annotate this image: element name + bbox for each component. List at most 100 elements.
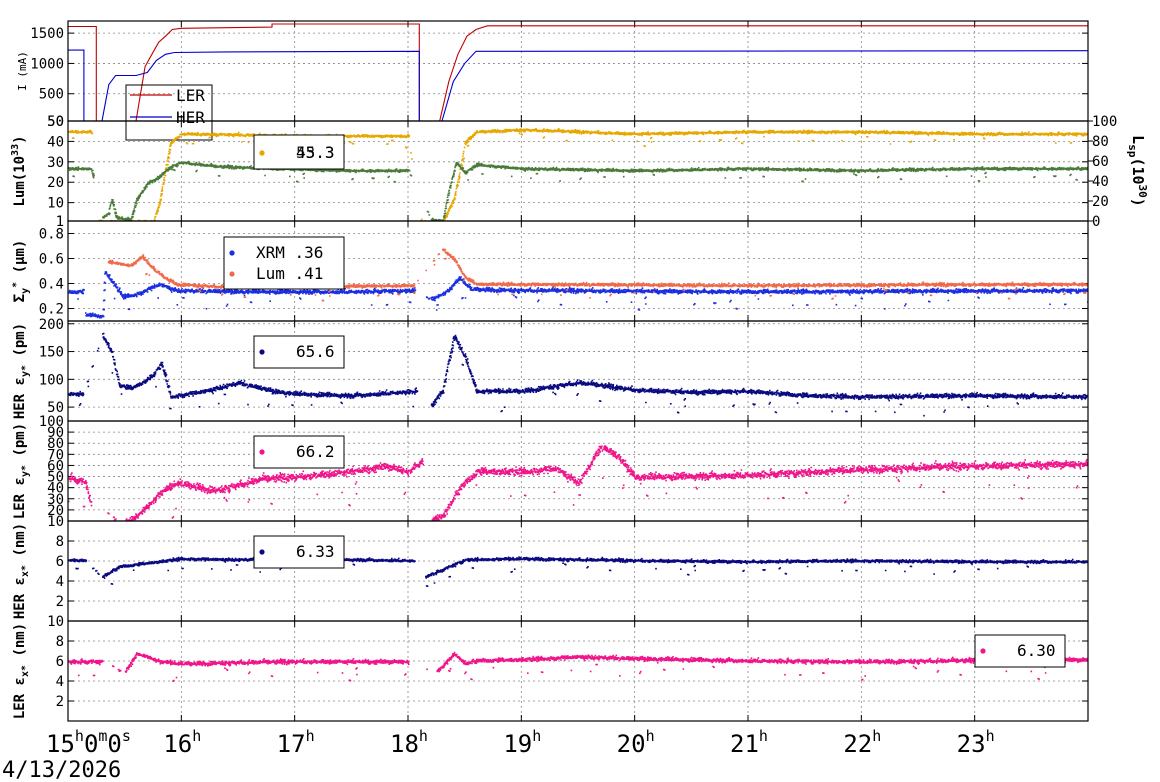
series-line-her (68, 49, 1088, 121)
x-tick-hours: 23 (957, 730, 986, 758)
legend: 6.30 (974, 634, 1066, 668)
y-label-sub: y* (20, 465, 31, 477)
chart-panels: 5050010001500I (mA)LERHER110203040500204… (10, 20, 1149, 722)
series-group (68, 248, 1088, 321)
series-points-1 (68, 160, 1088, 221)
y-label-tail: (nm) (12, 523, 28, 565)
y-tick-label: 8 (56, 634, 64, 650)
y2-tick-label: 0 (1092, 214, 1100, 230)
x-tick-hours: 19 (503, 730, 532, 758)
y-tick-label: 6 (56, 554, 64, 570)
legend: 66.2 (253, 435, 345, 469)
x-tick-unit-h: h (306, 727, 315, 745)
legend-marker (259, 449, 265, 455)
panel-current: 50 500 1000 1500I (mA) LER HER (16, 20, 1089, 141)
y-tick-label: 8 (56, 534, 64, 550)
legend-label: HER (176, 108, 205, 127)
legend-label: 65.6 (296, 342, 335, 361)
y2-tick-label: 80 (1092, 134, 1109, 150)
legend-label: 6.33 (296, 542, 335, 561)
y-tick-label: 0.2 (39, 302, 64, 318)
x-tick-unit-h: h (646, 727, 655, 745)
series-points-0 (68, 271, 1088, 321)
panel-her_ex: 2 4 6 8 HER εx* (nm) 6.33 (12, 520, 1089, 622)
x-tick-label: 21h (730, 727, 768, 758)
panel-luminosity: 11020304050020406080100Lsp(1030)Lum(1033… (10, 114, 1149, 230)
x-axis: 15h0m0s 16h 17h 18h 19h 20h 21h 22h 23h (46, 727, 995, 758)
y2-tick-label: 20 (1092, 194, 1109, 210)
legend-marker (259, 549, 265, 555)
y-label-main: I (mA) (16, 51, 29, 91)
panel-frame (67, 20, 1089, 122)
series-line-ler (68, 23, 1088, 121)
panel-her_ey: 50100150200HER εy* (pm) 65.6 (12, 317, 1089, 422)
legend-marker (229, 271, 235, 277)
y-tick-label: 1500 (30, 26, 64, 42)
y-tick-label: 2 (56, 594, 64, 610)
legend-marker (980, 648, 986, 654)
x-tick-unit-h: h (192, 727, 201, 745)
y2-axis-label: Lsp(1030) (1126, 135, 1149, 207)
series-points-0 (68, 332, 1088, 417)
x-tick-unit-h: h (419, 727, 428, 745)
x-tick-label: 15h0m0s (46, 727, 131, 758)
series-points-0 (68, 651, 1088, 682)
series-group (68, 23, 1088, 121)
y-tick-label: 0.4 (39, 277, 64, 293)
y-tick-label: 0.8 (39, 227, 64, 243)
x-tick-unit-m: m (98, 727, 107, 745)
x-tick-hours: 22 (843, 730, 872, 758)
y-label-main: LER ε (12, 677, 28, 719)
y-label-main: Lum(10 (12, 156, 28, 207)
legend-marker (259, 349, 265, 355)
x-tick-label: 22h (843, 727, 881, 758)
y-label-tail: ) (12, 135, 28, 143)
legend: 65.6 (253, 335, 345, 369)
y-tick-label: 10 (47, 196, 64, 212)
series-group (68, 127, 1088, 221)
y2-label-mid: (10 (1129, 157, 1147, 184)
y2-tick-label: 60 (1092, 154, 1109, 170)
y-label-sup: 33 (10, 144, 21, 156)
y-label-main: HER ε (12, 377, 28, 419)
legend-label: XRM .36 (256, 243, 323, 262)
y2-label-tail: ) (1129, 198, 1147, 207)
x-tick-hours: 20 (617, 730, 646, 758)
x-tick-seconds: 0 (107, 730, 121, 758)
y-tick-label: 500 (39, 87, 64, 103)
y-axis-label: HER εy* (pm) (12, 323, 31, 419)
y-tick-label: 2 (56, 694, 64, 710)
y-tick-label: 10 (47, 614, 64, 630)
monitoring-chart: 5050010001500I (mA)LERHER110203040500204… (2, 20, 1149, 782)
y-label-main: HER ε (12, 577, 28, 619)
x-tick-label: 16h (163, 727, 201, 758)
y2-label-main: L (1129, 135, 1147, 144)
y-label-tail: (pm) (12, 423, 28, 465)
legend-label: LER (176, 86, 205, 105)
x-tick-unit-h: h (75, 727, 84, 745)
legend: XRM .36 Lum .41 (223, 236, 345, 290)
date-label: 4/13/2026 (2, 758, 121, 782)
panel-frame (67, 620, 1089, 722)
panel-ler_ey: 102030405060708090100LER εy* (pm) 66.2 (12, 414, 1089, 530)
y-axis-label: LER εx* (nm) (12, 623, 31, 719)
y-label-tail: (pm) (12, 323, 28, 365)
x-tick-unit-h: h (872, 727, 881, 745)
y-axis-label: Σy* (μm) (11, 240, 31, 303)
y-tick-label: 150 (39, 345, 64, 361)
series-group (68, 651, 1088, 682)
x-tick-label: 20h (617, 727, 655, 758)
y-tick-label: 50 (47, 114, 64, 130)
x-tick-label: 17h (277, 727, 315, 758)
panel-ler_ex: 2 4 6 8 10 LER εx* (nm) 6.30 (12, 614, 1089, 722)
y-label-sub: x* (20, 665, 31, 677)
legend: LER HER (125, 84, 213, 141)
y-tick-label: 6 (56, 654, 64, 670)
legend-label: 6.30 (1017, 641, 1056, 660)
legend: 6.33 (253, 535, 345, 569)
y-axis-label: Lum(1033) (10, 135, 28, 206)
x-tick-hours: 18 (390, 730, 419, 758)
x-tick-unit-h: h (986, 727, 995, 745)
y-label-main: LER ε (12, 477, 28, 519)
x-tick-unit-s: s (122, 727, 131, 745)
